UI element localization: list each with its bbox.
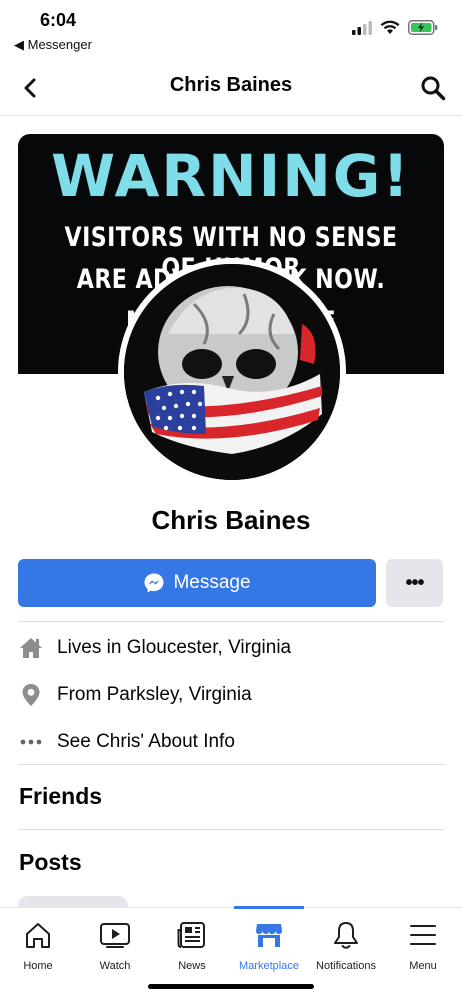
search-button[interactable]: [418, 73, 448, 103]
info-label: From: [57, 684, 107, 705]
location-pin-icon: [18, 682, 44, 708]
tab-label: Watch: [99, 960, 131, 972]
tab-label: Menu: [409, 960, 437, 972]
battery-charging-icon: [408, 20, 438, 35]
info-lives-in: Lives in Gloucester, Virginia: [18, 630, 444, 666]
home-icon: [18, 635, 44, 661]
divider: [18, 764, 444, 765]
more-icon: •••: [405, 571, 424, 594]
back-to-messenger-link[interactable]: ◀ Messenger: [14, 37, 92, 53]
status-time: 6:04: [40, 10, 77, 30]
news-icon: [175, 918, 209, 952]
tab-watch[interactable]: Watch: [76, 918, 154, 972]
skull-flag-image: [124, 264, 340, 480]
cover-headline: WARNING!: [51, 142, 411, 210]
tab-label: Marketplace: [239, 960, 299, 972]
message-button[interactable]: Message: [18, 559, 376, 607]
active-tab-indicator: [234, 906, 304, 909]
tab-menu[interactable]: Menu: [384, 918, 462, 972]
cellular-signal-icon: [352, 20, 372, 35]
message-button-label: Message: [173, 572, 251, 593]
tab-label: News: [178, 960, 206, 972]
see-about-info-text: See Chris' About Info: [57, 731, 235, 752]
tab-news[interactable]: News: [153, 918, 231, 972]
info-from: From Parksley, Virginia: [18, 677, 444, 713]
messenger-icon: [144, 573, 164, 593]
divider: [18, 621, 444, 622]
lives-in-link[interactable]: Gloucester, Virginia: [127, 637, 291, 658]
marketplace-icon: [252, 918, 286, 952]
status-bar: 6:04 ◀ Messenger: [0, 0, 462, 56]
home-indicator[interactable]: [148, 984, 314, 989]
watch-icon: [98, 918, 132, 952]
info-from-text: From Parksley, Virginia: [57, 684, 252, 706]
home-icon: [21, 918, 55, 952]
tab-marketplace[interactable]: Marketplace: [230, 918, 308, 972]
friends-section-title[interactable]: Friends: [19, 783, 102, 810]
nav-header: Chris Baines: [0, 60, 462, 116]
profile-avatar[interactable]: [118, 258, 346, 486]
info-lives-in-text: Lives in Gloucester, Virginia: [57, 637, 291, 659]
bell-icon: [329, 918, 363, 952]
page-title: Chris Baines: [169, 74, 293, 96]
search-icon: [421, 76, 446, 101]
wifi-icon: [380, 20, 400, 34]
tab-home[interactable]: Home: [0, 918, 77, 972]
profile-name: Chris Baines: [151, 505, 311, 535]
more-options-button[interactable]: •••: [386, 559, 443, 607]
from-link[interactable]: Parksley, Virginia: [107, 684, 252, 705]
see-about-info-link[interactable]: See Chris' About Info: [18, 724, 444, 760]
menu-icon: [406, 918, 440, 952]
posts-section-title: Posts: [19, 849, 82, 875]
tab-label: Home: [23, 960, 53, 972]
divider: [18, 829, 444, 830]
ellipsis-icon: [18, 729, 44, 755]
info-label: Lives in: [57, 637, 127, 658]
status-icons: [352, 20, 438, 35]
tab-notifications[interactable]: Notifications: [307, 918, 385, 972]
tab-label: Notifications: [316, 960, 376, 972]
